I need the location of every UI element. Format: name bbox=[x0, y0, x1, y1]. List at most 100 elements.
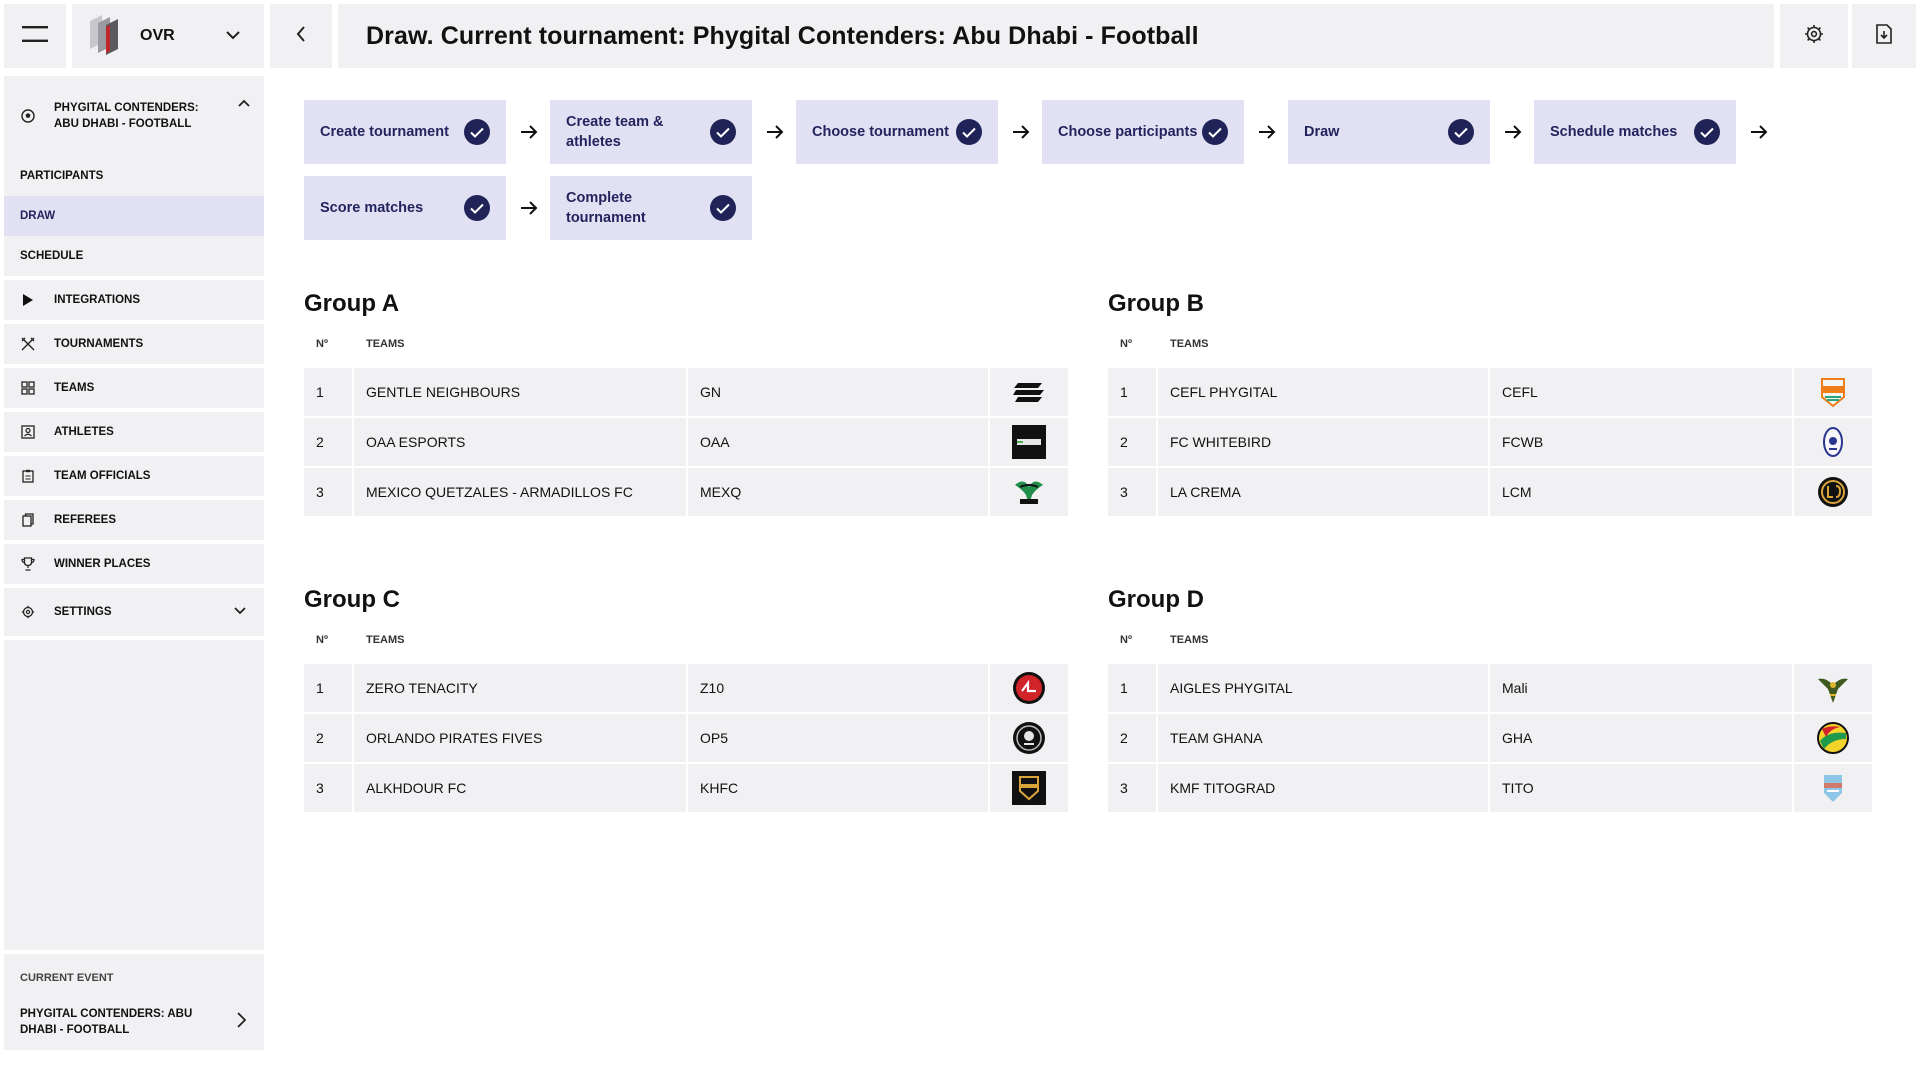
column-header-teams: TEAMS bbox=[366, 338, 405, 350]
check-icon bbox=[464, 195, 490, 221]
column-header-number: Nº bbox=[1120, 338, 1132, 350]
current-event-panel[interactable]: CURRENT EVENT PHYGITAL CONTENDERS: ABU D… bbox=[4, 954, 264, 1050]
sidebar-event-header[interactable]: PHYGITAL CONTENDERS: ABU DHABI - FOOTBAL… bbox=[4, 76, 264, 156]
sidebar-item-schedule[interactable]: SCHEDULE bbox=[4, 236, 264, 276]
crossed-swords-icon bbox=[20, 336, 36, 352]
sidebar-item-settings[interactable]: SETTINGS bbox=[4, 588, 264, 636]
page-title: Draw. Current tournament: Phygital Conte… bbox=[366, 21, 1199, 50]
sidebar-item-participants[interactable]: PARTICIPANTS bbox=[4, 156, 264, 196]
team-number: 3 bbox=[304, 468, 352, 516]
sidebar-item-label: TEAM OFFICIALS bbox=[54, 470, 151, 482]
team-abbr: FCWB bbox=[1490, 418, 1792, 466]
op5-logo-icon bbox=[1012, 721, 1046, 755]
file-download-icon bbox=[1875, 23, 1893, 49]
team-abbr: KHFC bbox=[688, 764, 988, 812]
table-row[interactable]: 2 TEAM GHANA GHA bbox=[1108, 714, 1872, 762]
table-row[interactable]: 3 KMF TITOGRAD TITO bbox=[1108, 764, 1872, 812]
team-logo-cell bbox=[1794, 714, 1872, 762]
team-logo-cell bbox=[990, 764, 1068, 812]
arrow-right-icon bbox=[1748, 121, 1770, 143]
sidebar-item-label: REFEREES bbox=[54, 514, 116, 526]
step-schedule-matches[interactable]: Schedule matches bbox=[1534, 100, 1736, 164]
sidebar-item-draw[interactable]: DRAW bbox=[4, 196, 264, 236]
play-icon bbox=[20, 292, 36, 308]
table-row[interactable]: 1 CEFL PHYGITAL CEFL bbox=[1108, 368, 1872, 416]
team-abbr: OP5 bbox=[688, 714, 988, 762]
cefl-logo-icon bbox=[1816, 375, 1850, 409]
sidebar-item-team-officials[interactable]: TEAM OFFICIALS bbox=[4, 456, 264, 496]
column-header-number: Nº bbox=[316, 338, 328, 350]
step-create-team-athletes[interactable]: Create team & athletes bbox=[550, 100, 752, 164]
soccer-ball-icon bbox=[20, 108, 36, 124]
sidebar-item-referees[interactable]: REFEREES bbox=[4, 500, 264, 540]
team-name: ALKHDOUR FC bbox=[354, 764, 686, 812]
sidebar: PHYGITAL CONTENDERS: ABU DHABI - FOOTBAL… bbox=[4, 76, 264, 1050]
table-row[interactable]: 1 ZERO TENACITY Z10 bbox=[304, 664, 1068, 712]
table-header: Nº TEAMS bbox=[304, 334, 1068, 354]
table-row[interactable]: 3 MEXICO QUETZALES - ARMADILLOS FC MEXQ bbox=[304, 468, 1068, 516]
team-number: 3 bbox=[1108, 468, 1156, 516]
table-row[interactable]: 3 LA CREMA LCM bbox=[1108, 468, 1872, 516]
table-row[interactable]: 3 ALKHDOUR FC KHFC bbox=[304, 764, 1068, 812]
team-logo-cell bbox=[1794, 764, 1872, 812]
step-draw[interactable]: Draw bbox=[1288, 100, 1490, 164]
arrow-right-icon bbox=[518, 121, 540, 143]
group-b: Group B Nº TEAMS 1 CEFL PHYGITAL CEFL 2 … bbox=[1108, 290, 1872, 518]
chevron-left-icon bbox=[296, 25, 306, 47]
column-header-teams: TEAMS bbox=[1170, 338, 1209, 350]
sidebar-item-integrations[interactable]: INTEGRATIONS bbox=[4, 280, 264, 320]
sidebar-item-athletes[interactable]: ATHLETES bbox=[4, 412, 264, 452]
table-row[interactable]: 2 ORLANDO PIRATES FIVES OP5 bbox=[304, 714, 1068, 762]
step-label: Score matches bbox=[320, 200, 424, 216]
sidebar-event-section: PHYGITAL CONTENDERS: ABU DHABI - FOOTBAL… bbox=[4, 76, 264, 276]
export-button[interactable] bbox=[1852, 4, 1916, 68]
step-score-matches[interactable]: Score matches bbox=[304, 176, 506, 240]
table-row[interactable]: 2 OAA ESPORTS OAA bbox=[304, 418, 1068, 466]
sidebar-item-label: SETTINGS bbox=[54, 606, 112, 618]
team-logo-cell bbox=[1794, 368, 1872, 416]
page-title-bar: Draw. Current tournament: Phygital Conte… bbox=[338, 4, 1774, 68]
team-name: AIGLES PHYGITAL bbox=[1158, 664, 1488, 712]
team-name: ZERO TENACITY bbox=[354, 664, 686, 712]
menu-button[interactable] bbox=[4, 4, 66, 68]
settings-button[interactable] bbox=[1780, 4, 1848, 68]
oaa-logo-icon bbox=[1012, 425, 1046, 459]
table-row[interactable]: 1 GENTLE NEIGHBOURS GN bbox=[304, 368, 1068, 416]
sidebar-spacer bbox=[4, 640, 264, 950]
team-name: ORLANDO PIRATES FIVES bbox=[354, 714, 686, 762]
sidebar-item-teams[interactable]: TEAMS bbox=[4, 368, 264, 408]
column-header-number: Nº bbox=[1120, 634, 1132, 646]
group-title: Group B bbox=[1108, 290, 1204, 317]
back-button[interactable] bbox=[270, 4, 332, 68]
team-name: LA CREMA bbox=[1158, 468, 1488, 516]
team-number: 2 bbox=[1108, 714, 1156, 762]
brand-selector[interactable]: OVR bbox=[72, 4, 264, 68]
step-create-tournament[interactable]: Create tournament bbox=[304, 100, 506, 164]
sidebar-item-winner-places[interactable]: WINNER PLACES bbox=[4, 544, 264, 584]
team-abbr: OAA bbox=[688, 418, 988, 466]
mali-logo-icon bbox=[1816, 671, 1850, 705]
step-label: Draw bbox=[1304, 124, 1340, 140]
sidebar-item-tournaments[interactable]: TOURNAMENTS bbox=[4, 324, 264, 364]
step-choose-participants[interactable]: Choose participants bbox=[1042, 100, 1244, 164]
team-abbr: Mali bbox=[1490, 664, 1792, 712]
gha-logo-icon bbox=[1816, 721, 1850, 755]
lcm-logo-icon bbox=[1816, 475, 1850, 509]
table-row[interactable]: 1 AIGLES PHYGITAL Mali bbox=[1108, 664, 1872, 712]
team-number: 2 bbox=[304, 418, 352, 466]
team-number: 2 bbox=[1108, 418, 1156, 466]
sidebar-item-label: TEAMS bbox=[54, 382, 95, 394]
step-label: Choose tournament bbox=[812, 124, 949, 140]
team-abbr: TITO bbox=[1490, 764, 1792, 812]
team-logo-cell bbox=[990, 714, 1068, 762]
step-complete-tournament[interactable]: Complete tournament bbox=[550, 176, 752, 240]
team-name: CEFL PHYGITAL bbox=[1158, 368, 1488, 416]
current-event-name: PHYGITAL CONTENDERS: ABU DHABI - FOOTBAL… bbox=[20, 1008, 193, 1036]
step-choose-tournament[interactable]: Choose tournament bbox=[796, 100, 998, 164]
table-row[interactable]: 2 FC WHITEBIRD FCWB bbox=[1108, 418, 1872, 466]
group-d: Group D Nº TEAMS 1 AIGLES PHYGITAL Mali … bbox=[1108, 586, 1872, 814]
trophy-icon bbox=[20, 556, 36, 572]
step-label: Create team & athletes bbox=[566, 114, 664, 150]
team-abbr: MEXQ bbox=[688, 468, 988, 516]
table-header: Nº TEAMS bbox=[1108, 630, 1872, 650]
